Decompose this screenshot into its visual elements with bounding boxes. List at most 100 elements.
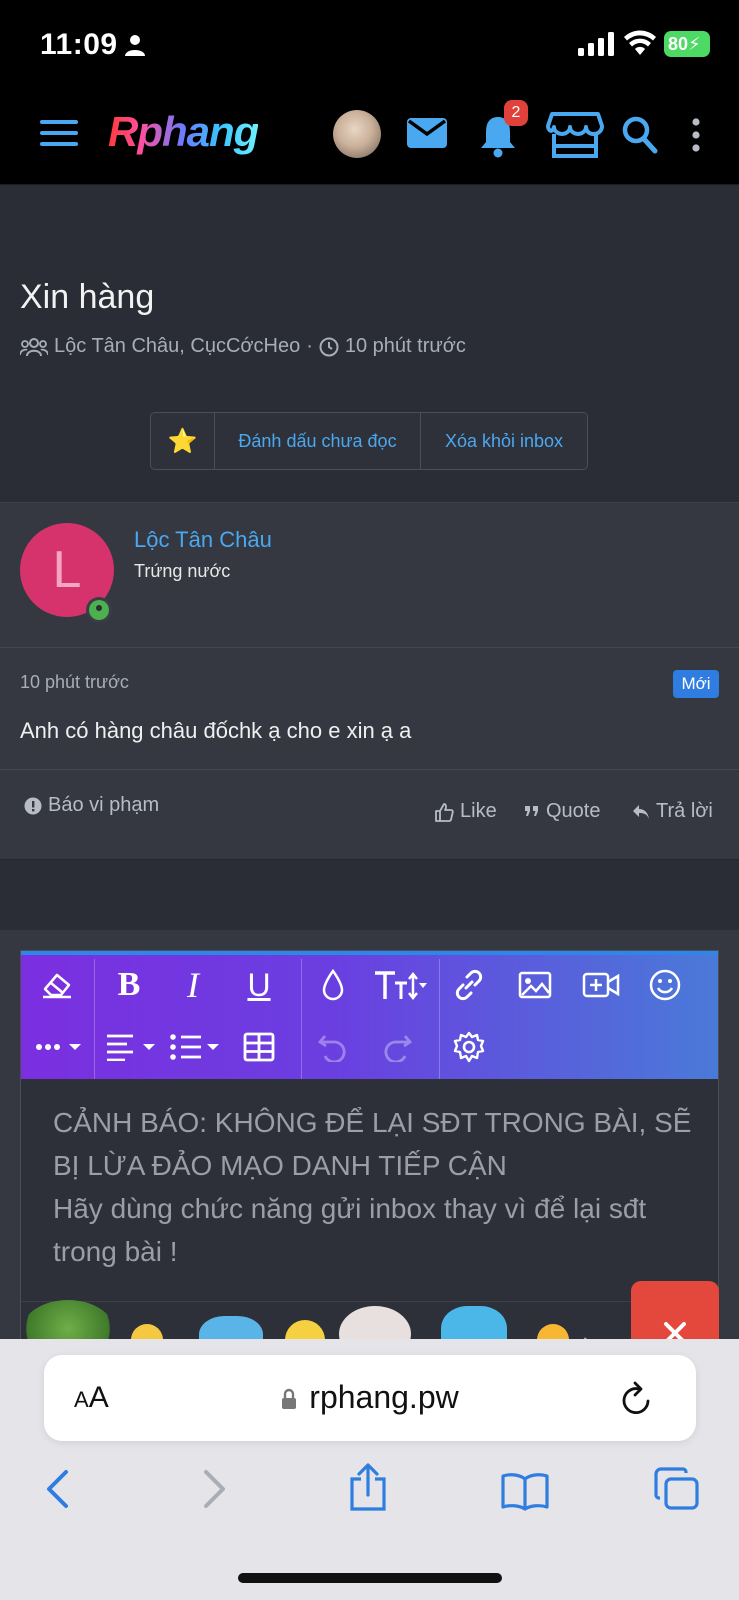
underline-icon: U [247, 966, 271, 1003]
text-color-button[interactable] [313, 965, 353, 1005]
sticker-bar: › [21, 1300, 718, 1339]
italic-button[interactable]: I [173, 965, 213, 1005]
bold-button[interactable]: B [109, 965, 149, 1005]
editor-toolbar: B I U [21, 951, 718, 1079]
battery-indicator: 80⚡ [664, 31, 710, 57]
message-text: Anh có hàng châu đốchk ạ cho e xin ạ a [20, 718, 412, 743]
sticker-cat[interactable] [339, 1306, 411, 1339]
thumbs-up-icon [435, 802, 454, 822]
menu-icon[interactable] [40, 120, 78, 150]
sticker-pepe[interactable] [21, 1300, 115, 1339]
redo-button[interactable] [377, 1027, 417, 1067]
report-button[interactable]: Báo vi phạm [24, 794, 159, 817]
message-time[interactable]: 10 phút trước [20, 672, 129, 693]
emoji-button[interactable] [645, 965, 685, 1005]
more-options-button[interactable] [35, 1027, 85, 1067]
font-size-button[interactable] [371, 965, 431, 1005]
bookmarks-icon[interactable] [500, 1471, 550, 1511]
smiley-icon [649, 969, 681, 1001]
new-badge: Mới [673, 670, 719, 698]
undo-icon [317, 1035, 346, 1062]
editor-textarea[interactable]: CẢNH BÁO: KHÔNG ĐỂ LẠI SĐT TRONG BÀI, SẼ… [53, 1101, 693, 1273]
sticker-duck[interactable] [285, 1320, 325, 1339]
like-button[interactable]: Like [434, 800, 497, 823]
insert-image-button[interactable] [515, 965, 555, 1005]
battery-level: 80 [668, 34, 689, 54]
share-icon[interactable] [348, 1463, 388, 1513]
browser-bottom-bar: AA rphang.pw [0, 1339, 739, 1600]
clock-icon [319, 337, 339, 356]
forward-icon[interactable] [202, 1469, 228, 1509]
online-status-icon [86, 597, 112, 623]
reload-icon[interactable] [620, 1381, 654, 1417]
remove-from-inbox-button[interactable]: Xóa khỏi inbox [421, 413, 587, 469]
more-vertical-icon[interactable] [690, 118, 702, 152]
reply-label: Trả lời [656, 800, 713, 822]
status-time: 11:09 [40, 28, 118, 61]
store-icon[interactable] [546, 110, 604, 158]
star-button[interactable]: ⭐ [151, 413, 215, 469]
quote-button[interactable]: Quote [524, 800, 600, 823]
italic-icon: I [187, 965, 199, 1005]
list-button[interactable] [169, 1027, 225, 1067]
star-icon: ⭐ [167, 427, 198, 455]
reply-editor: B I U CẢNH BÁO: KHÔNG ĐỂ LẠI SĐT TRONG B… [20, 950, 719, 1340]
search-icon[interactable] [622, 116, 658, 154]
video-plus-icon [582, 972, 620, 998]
status-bar: 11:09 80⚡ [0, 0, 739, 88]
align-left-icon [107, 1034, 155, 1061]
sticker-blue-hippo[interactable] [441, 1306, 507, 1339]
tabs-icon[interactable] [654, 1467, 700, 1511]
insert-video-button[interactable] [581, 965, 621, 1005]
message-body: 10 phút trước Mới Anh có hàng châu đốchk… [0, 648, 739, 770]
site-logo[interactable]: Rphang [108, 108, 259, 156]
notification-badge: 2 [504, 100, 528, 126]
url-display[interactable]: rphang.pw [44, 1379, 696, 1416]
user-avatar[interactable] [333, 110, 381, 158]
charging-bolt-icon: ⚡ [688, 34, 701, 54]
quote-icon [525, 805, 538, 816]
users-icon [20, 337, 48, 356]
droplet-icon [322, 969, 344, 1001]
thread-participants[interactable]: Lộc Tân Châu, CụcCớcHeo [54, 335, 300, 358]
insert-link-button[interactable] [449, 965, 489, 1005]
sticker-grin[interactable] [131, 1324, 163, 1339]
settings-button[interactable] [449, 1027, 489, 1067]
author-title: Trứng nước [134, 561, 231, 581]
eraser-icon [43, 973, 71, 999]
link-icon [455, 969, 483, 1001]
like-label: Like [460, 800, 497, 822]
more-horizontal-icon [36, 1044, 81, 1050]
reply-button[interactable]: Trả lời [632, 800, 713, 823]
author-name[interactable]: Lộc Tân Châu [134, 527, 272, 553]
insert-table-button[interactable] [239, 1027, 279, 1067]
reply-editor-container: B I U CẢNH BÁO: KHÔNG ĐỂ LẠI SĐT TRONG B… [0, 930, 739, 1340]
sticker-blue-creature[interactable] [199, 1316, 263, 1339]
editor-hint: Hãy dùng chức năng gửi inbox thay vì để … [53, 1193, 647, 1267]
alert-icon [24, 797, 42, 814]
clear-format-button[interactable] [37, 965, 77, 1005]
align-button[interactable] [105, 1027, 161, 1067]
meta-separator: · [306, 335, 313, 357]
table-icon [243, 1032, 275, 1062]
address-bar[interactable]: AA rphang.pw [44, 1355, 696, 1441]
back-icon[interactable] [44, 1469, 70, 1509]
mark-unread-button[interactable]: Đánh dấu chưa đọc [215, 413, 421, 469]
sticker-laugh[interactable] [537, 1324, 569, 1339]
quote-label: Quote [546, 800, 601, 822]
page-title: Xin hàng [20, 278, 155, 316]
url-text: rphang.pw [309, 1379, 459, 1415]
mail-icon[interactable] [406, 116, 448, 150]
cellular-signal-icon [578, 32, 614, 56]
wifi-icon [624, 30, 656, 55]
reply-icon [633, 804, 649, 819]
underline-button[interactable]: U [239, 965, 279, 1005]
undo-button[interactable] [313, 1027, 353, 1067]
home-indicator [238, 1573, 502, 1583]
list-icon [170, 1034, 219, 1060]
person-icon [125, 35, 145, 56]
app-header: Rphang 2 [0, 88, 739, 185]
report-label: Báo vi phạm [48, 794, 160, 816]
thread-time: 10 phút trước [344, 335, 466, 357]
redo-icon [384, 1035, 413, 1062]
